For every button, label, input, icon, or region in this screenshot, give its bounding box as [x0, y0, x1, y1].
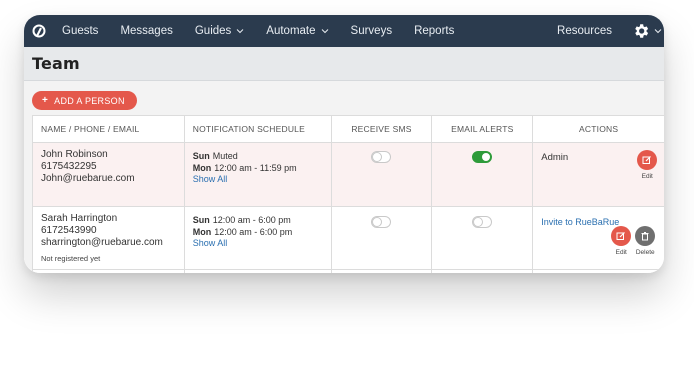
plus-icon: + — [42, 95, 49, 106]
toggle-knob — [372, 217, 383, 227]
toggle-knob — [481, 152, 492, 162]
header-schedule: NOTIFICATION SCHEDULE — [185, 116, 332, 142]
actions-cell: Invite to RueBaRue Edit Delete — [533, 207, 664, 269]
chevron-down-icon[interactable] — [654, 27, 662, 35]
email-alerts-cell — [432, 143, 534, 206]
header-email-alerts: EMAIL ALERTS — [432, 116, 534, 142]
delete-label: Delete — [635, 249, 655, 256]
table-cell — [185, 270, 332, 273]
top-nav: Guests Messages Guides Automate Surveys … — [24, 15, 664, 47]
show-all-link[interactable]: Show All — [193, 238, 331, 250]
toggle-knob — [372, 152, 383, 162]
edit-button[interactable]: Edit — [611, 226, 632, 256]
person-info: Sarah Harrington 6172543990 sharrington@… — [33, 207, 185, 269]
chevron-down-icon — [321, 29, 328, 34]
nav-surveys[interactable]: Surveys — [351, 25, 393, 37]
table-row — [33, 270, 664, 273]
edit-icon — [637, 150, 658, 170]
title-bar: Team — [24, 47, 664, 81]
main-content: + ADD A PERSON NAME / PHONE / EMAIL NOTI… — [24, 81, 664, 273]
schedule-day: Mon — [192, 226, 212, 237]
logo-icon[interactable] — [32, 24, 46, 38]
schedule-day: Mon — [192, 162, 212, 173]
page-title: Team — [32, 54, 80, 73]
person-phone: 6175432295 — [41, 161, 97, 172]
schedule-value: 12:00 am - 11:59 pm — [214, 162, 297, 173]
add-person-label: ADD A PERSON — [54, 95, 125, 106]
nav-guests[interactable]: Guests — [62, 25, 98, 37]
edit-icon — [611, 226, 632, 246]
nav-guides[interactable]: Guides — [195, 25, 244, 37]
nav-automate-label: Automate — [266, 25, 316, 37]
nav-automate[interactable]: Automate — [266, 25, 328, 37]
receive-sms-cell — [332, 143, 433, 206]
trash-icon — [635, 226, 656, 246]
app-window: Guests Messages Guides Automate Surveys … — [24, 15, 664, 273]
schedule-value: Muted — [212, 151, 238, 161]
table-row: Sarah Harrington 6172543990 sharrington@… — [33, 207, 664, 270]
schedule-value: 12:00 am - 6:00 pm — [212, 215, 291, 225]
nav-resources[interactable]: Resources — [557, 25, 612, 37]
show-all-link[interactable]: Show All — [193, 174, 331, 186]
nav-messages[interactable]: Messages — [120, 25, 172, 37]
nav-surveys-label: Surveys — [350, 25, 393, 37]
receive-sms-toggle[interactable] — [371, 151, 392, 163]
table-cell — [533, 270, 664, 273]
edit-label: Edit — [641, 173, 653, 180]
person-name: Sarah Harrington — [41, 213, 118, 224]
nav-guests-label: Guests — [62, 25, 99, 37]
gear-icon[interactable] — [632, 22, 650, 40]
header-actions: ACTIONS — [579, 124, 619, 134]
nav-reports[interactable]: Reports — [414, 25, 454, 37]
add-person-button[interactable]: + ADD A PERSON — [32, 91, 137, 110]
email-alerts-cell — [432, 207, 534, 269]
table-cell — [33, 270, 185, 273]
header-sms: RECEIVE SMS — [332, 116, 433, 142]
receive-sms-toggle[interactable] — [371, 216, 392, 228]
actions-cell: Admin Edit — [533, 143, 664, 206]
schedule-value: 12:00 am - 6:00 pm — [214, 226, 293, 237]
header-name: NAME / PHONE / EMAIL — [33, 116, 185, 142]
edit-button[interactable]: Edit — [637, 150, 658, 180]
receive-sms-cell — [332, 207, 433, 269]
person-info: John Robinson 6175432295 John@ruebarue.c… — [33, 143, 185, 206]
schedule-day: Sun — [192, 215, 210, 225]
person-name: John Robinson — [41, 149, 108, 160]
invite-link[interactable]: Invite to RueBaRue — [541, 217, 619, 227]
schedule-day: Sun — [192, 151, 210, 161]
nav-reports-label: Reports — [414, 25, 455, 37]
delete-button[interactable]: Delete — [635, 226, 656, 256]
nav-messages-label: Messages — [120, 25, 173, 37]
email-alerts-toggle[interactable] — [472, 151, 493, 163]
registration-status: Not registered yet — [41, 254, 101, 263]
table-cell — [432, 270, 534, 273]
person-email: John@ruebarue.com — [41, 173, 135, 184]
table-header-row: NAME / PHONE / EMAIL NOTIFICATION SCHEDU… — [33, 116, 664, 143]
notification-schedule: Sun 12:00 am - 6:00 pm Mon 12:00 am - 6:00… — [185, 207, 332, 269]
chevron-down-icon — [236, 29, 244, 34]
person-email: sharrington@ruebarue.com — [41, 237, 163, 248]
edit-label: Edit — [615, 249, 627, 256]
table-row: John Robinson 6175432295 John@ruebarue.c… — [33, 143, 664, 207]
toggle-knob — [473, 217, 484, 227]
nav-guides-label: Guides — [194, 25, 232, 37]
table-cell — [332, 270, 433, 273]
role-label: Admin — [541, 152, 569, 163]
notification-schedule: Sun Muted Mon 12:00 am - 11:59 pm Show All — [185, 143, 332, 206]
nav-right: Resources — [557, 15, 664, 47]
person-phone: 6172543990 — [41, 225, 97, 236]
team-table: NAME / PHONE / EMAIL NOTIFICATION SCHEDU… — [32, 115, 664, 273]
email-alerts-toggle[interactable] — [472, 216, 493, 228]
